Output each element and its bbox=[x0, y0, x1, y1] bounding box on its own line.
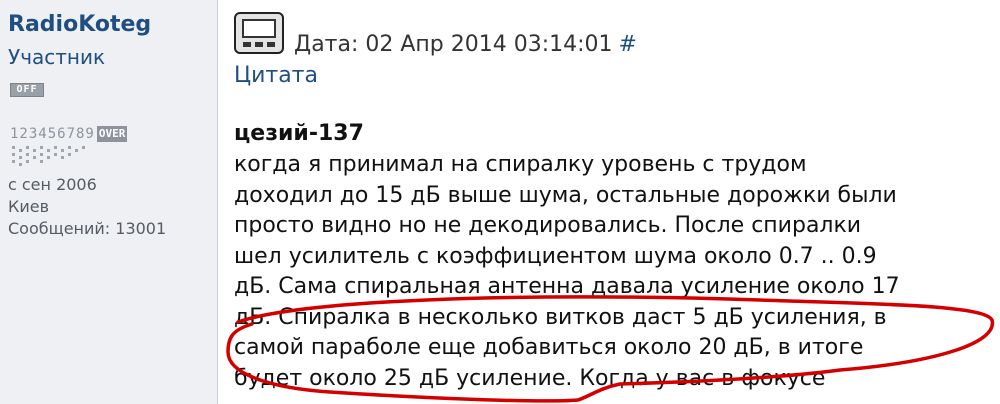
post-text-line: когда я принимал на спиралку уровень с т… bbox=[234, 152, 807, 177]
user-joined-date: с сен 2006 bbox=[8, 175, 97, 194]
online-status-badge: OFF bbox=[10, 83, 44, 97]
post-permalink[interactable]: # bbox=[619, 32, 637, 57]
post-text-line: будет около 25 дБ усиление. Когда у вас … bbox=[234, 365, 826, 391]
rating-dots-decoration bbox=[12, 146, 122, 168]
post-body: когда я принимал на спиралку уровень с т… bbox=[234, 150, 994, 394]
username-link[interactable]: RadioKoteg bbox=[8, 12, 151, 37]
post-text-line: доходил до 15 дБ выше шума, остальные до… bbox=[234, 182, 897, 208]
post-text-line: шел усилитель с коэффициентом шума около… bbox=[234, 243, 877, 269]
quote-button[interactable]: Цитата bbox=[234, 63, 318, 88]
rating-over-badge: OVER bbox=[96, 126, 128, 142]
post-text-line: самой параболе еще добавиться около 20 д… bbox=[234, 335, 864, 360]
post-text-line: просто видно но не декодировались. После… bbox=[234, 213, 862, 238]
monitor-icon bbox=[234, 12, 284, 54]
user-rank: Участник bbox=[8, 45, 106, 69]
rating-digits: 123456789 bbox=[10, 126, 95, 142]
quote-author: цезий-137 bbox=[234, 121, 364, 146]
post-header: Дата: 02 Апр 2014 03:14:01 # bbox=[294, 32, 637, 57]
user-location: Киев bbox=[8, 197, 50, 216]
post-text-line: дБ. Спиралка в несколько витков даст 5 д… bbox=[234, 304, 887, 330]
user-post-count: Сообщений: 13001 bbox=[8, 219, 167, 238]
post-date: Дата: 02 Апр 2014 03:14:01 bbox=[294, 32, 613, 57]
post-text-line: дБ. Сама спиральная антенна давала усиле… bbox=[234, 274, 900, 299]
rating-bar: 123456789 OVER bbox=[10, 126, 128, 142]
user-sidebar: RadioKoteg Участник OFF 123456789 OVER с … bbox=[0, 0, 218, 404]
